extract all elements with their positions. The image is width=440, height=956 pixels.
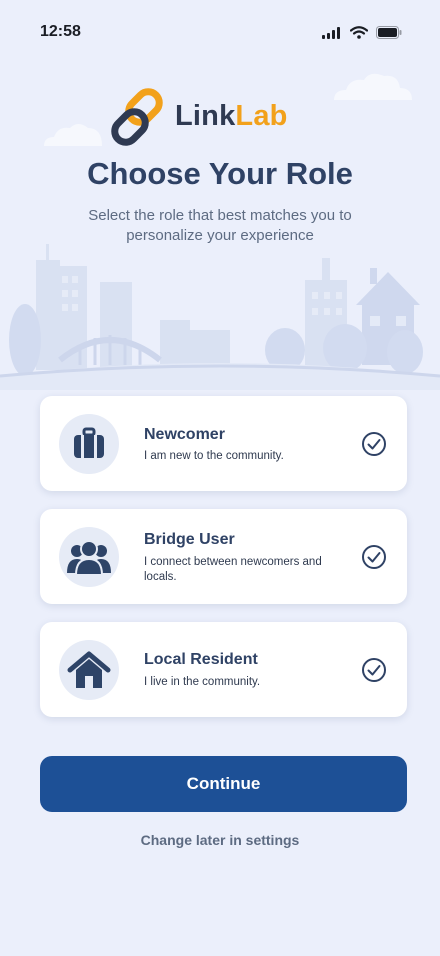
signal-icon	[322, 26, 340, 39]
wifi-icon	[350, 26, 368, 39]
status-bar: 12:58	[0, 0, 440, 64]
role-description: I live in the community.	[144, 676, 261, 688]
role-description: I am new to the community.	[144, 450, 284, 462]
role-title: Bridge User	[144, 531, 235, 548]
role-title: Newcomer	[144, 426, 225, 443]
brand-name-part1: Link	[175, 100, 236, 132]
cloud-icon	[44, 124, 102, 146]
status-icons	[322, 26, 402, 39]
cloud-icon	[334, 73, 412, 100]
change-later-link[interactable]: Change later in settings	[0, 832, 440, 848]
check-circle-icon[interactable]	[361, 544, 387, 570]
chain-link-icon	[111, 88, 163, 146]
city-skyline-illustration	[0, 244, 440, 390]
page-title: Choose Your Role	[87, 156, 353, 191]
status-time: 12:58	[40, 23, 81, 40]
battery-icon	[376, 26, 402, 39]
brand-name-part2: Lab	[235, 100, 288, 132]
role-description: I connect between newcomers and locals.	[144, 556, 322, 583]
suitcase-icon	[74, 427, 104, 458]
role-icon-badge	[59, 640, 119, 700]
continue-button[interactable]: Continue	[40, 756, 407, 812]
role-card-bridge-user[interactable]: Bridge User I connect between newcomers …	[40, 509, 407, 604]
people-icon	[67, 540, 111, 575]
brand-name: LinkLab	[175, 100, 288, 133]
role-card-local-resident[interactable]: Local Resident I live in the community.	[40, 622, 407, 717]
check-circle-icon[interactable]	[361, 431, 387, 457]
check-circle-icon[interactable]	[361, 657, 387, 683]
brand-logo: LinkLab	[109, 88, 309, 146]
role-icon-badge	[59, 414, 119, 474]
role-icon-badge	[59, 527, 119, 587]
role-title: Local Resident	[144, 651, 258, 668]
role-card-newcomer[interactable]: Newcomer I am new to the community.	[40, 396, 407, 491]
house-icon	[67, 651, 111, 688]
